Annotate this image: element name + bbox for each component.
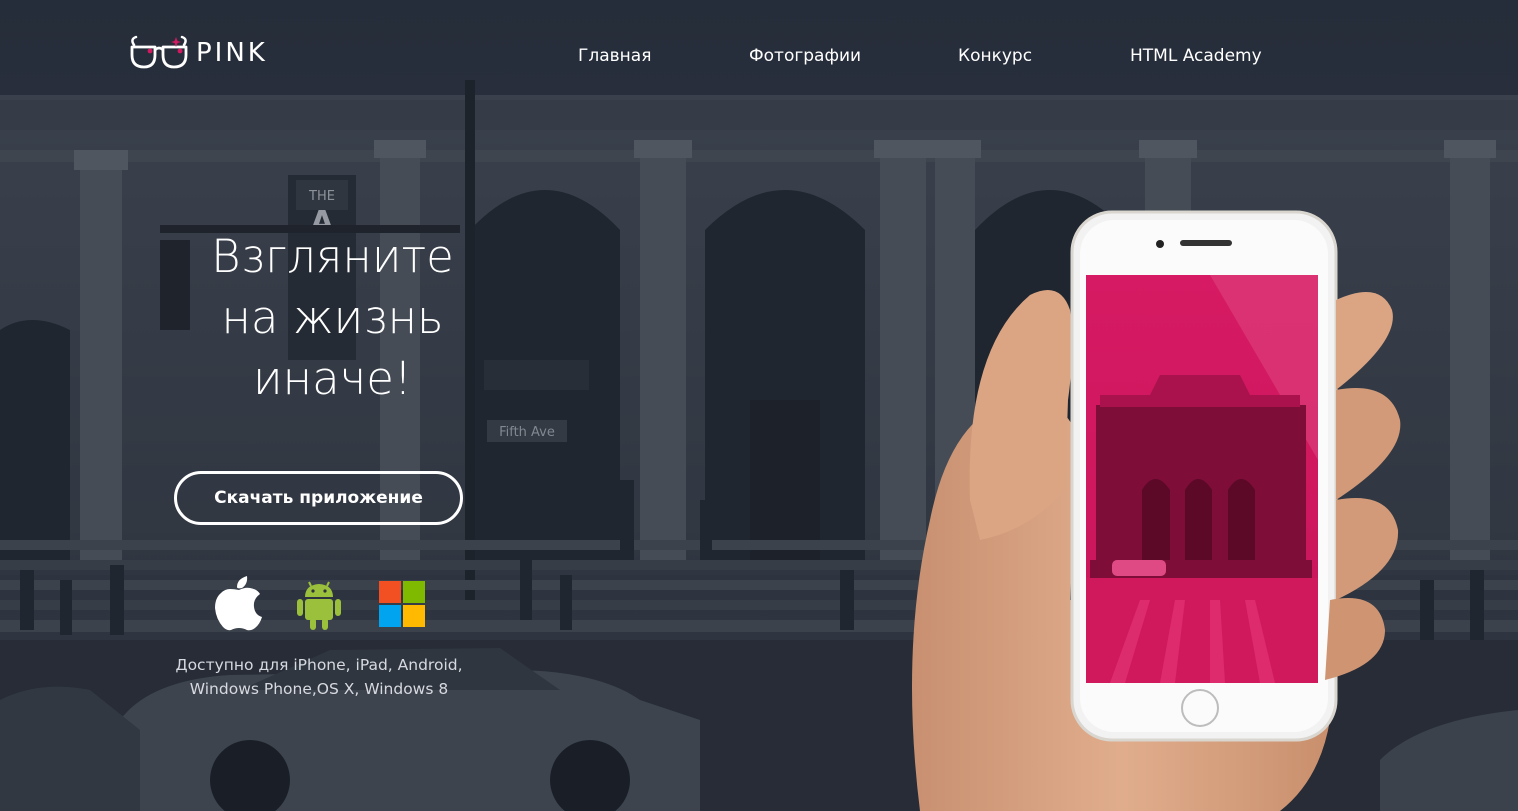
platform-icons: [214, 573, 434, 633]
site-header: PINK Главная Фотографии Конкурс HTML Aca…: [0, 0, 1518, 110]
availability-text: Доступно для iPhone, iPad, Android, Wind…: [150, 653, 488, 701]
android-icon[interactable]: [296, 577, 342, 631]
headline-line-3: иначе!: [253, 352, 412, 405]
phone-in-hand-image: [912, 210, 1401, 811]
headline-line-2: на жизнь: [221, 291, 444, 344]
download-app-button[interactable]: Скачать приложение: [174, 471, 463, 525]
nav-item-contest[interactable]: Конкурс: [958, 46, 1032, 66]
headline-line-1: Взгляните: [211, 230, 454, 283]
hero-section: THE A Fifth Ave PINK Главная Фотографии …: [0, 0, 1518, 811]
main-nav: Главная Фотографии Конкурс HTML Academy: [0, 46, 1518, 70]
apple-icon[interactable]: [214, 573, 264, 631]
hero-headline: Взгляните на жизнь иначе!: [160, 226, 505, 409]
nav-item-photos[interactable]: Фотографии: [749, 46, 861, 66]
nav-item-home[interactable]: Главная: [578, 46, 651, 66]
availability-line-2: Windows Phone,OS X, Windows 8: [189, 680, 449, 698]
windows-icon[interactable]: [379, 581, 425, 627]
availability-line-1: Доступно для iPhone, iPad, Android,: [175, 656, 463, 674]
nav-item-html-academy[interactable]: HTML Academy: [1130, 46, 1262, 66]
